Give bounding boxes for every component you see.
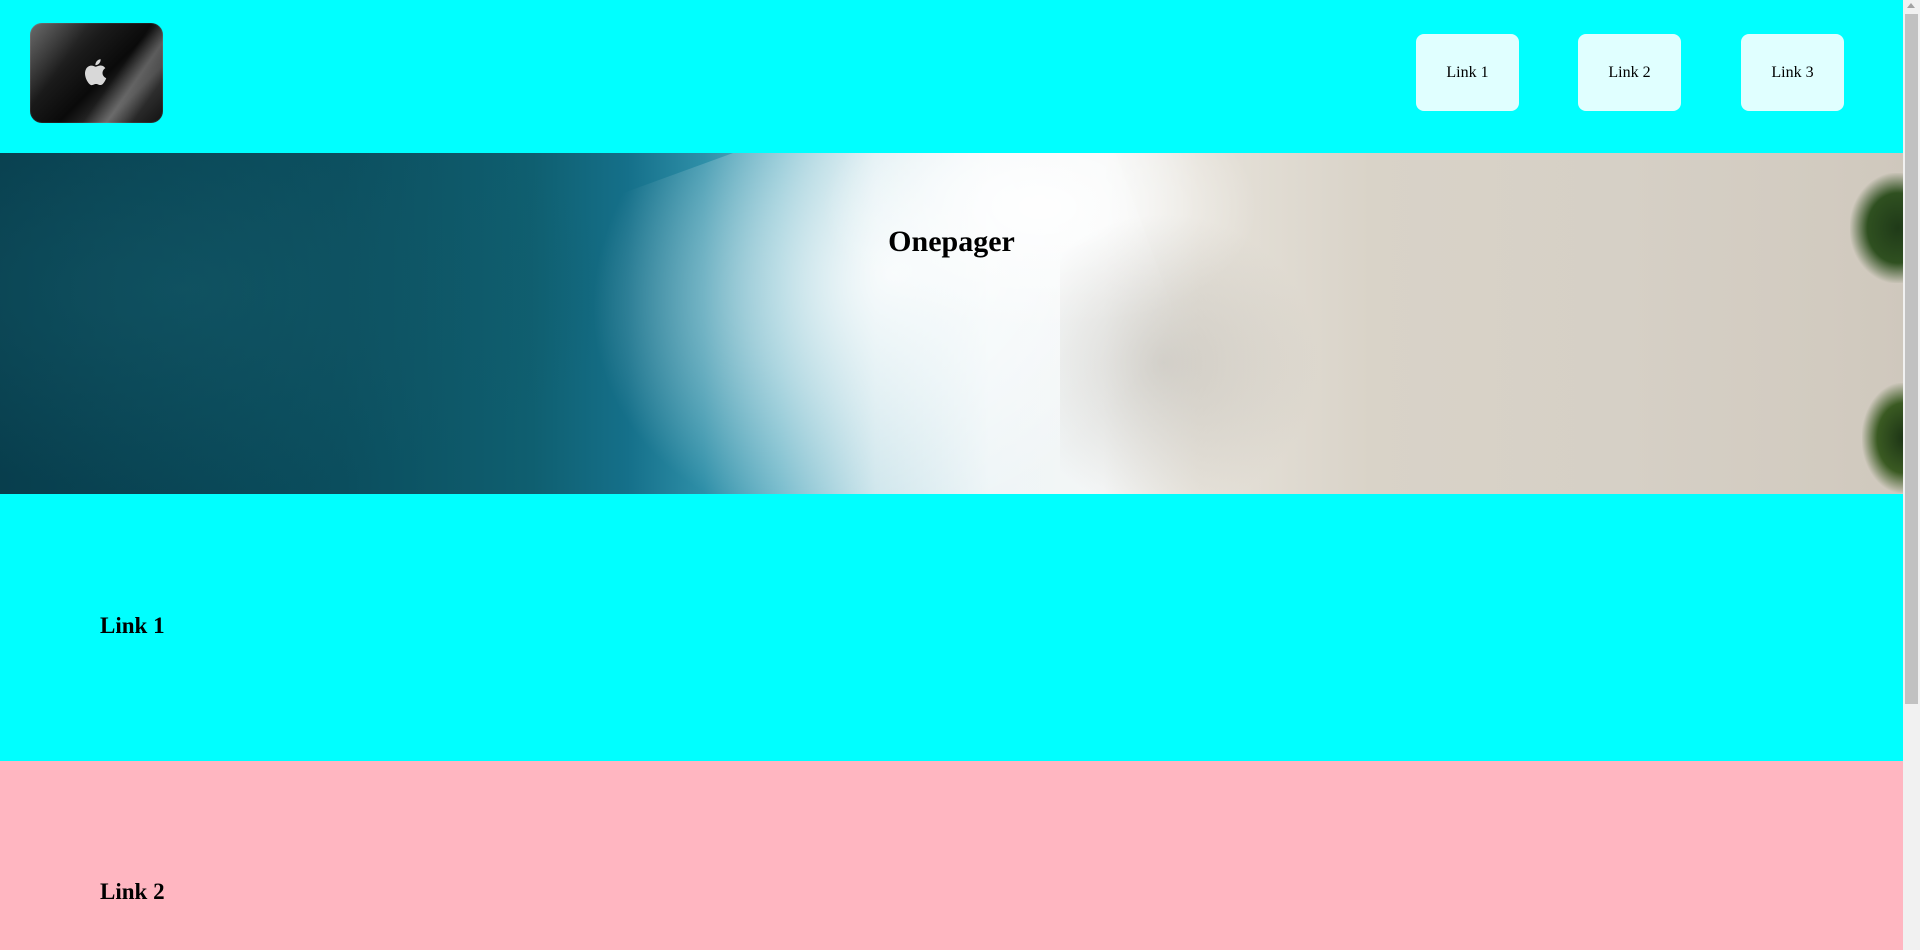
page: Link 1 Link 2 Link 3 Onepager Link 1 Lin… — [0, 0, 1903, 950]
nav-link-1[interactable]: Link 1 — [1416, 34, 1519, 111]
section-heading-link-1: Link 1 — [100, 613, 165, 638]
scrollbar-thumb[interactable] — [1905, 14, 1918, 704]
hero-ocean — [0, 153, 620, 494]
scroll-up-arrow-icon[interactable] — [1907, 3, 1915, 8]
nav-link-2[interactable]: Link 2 — [1578, 34, 1681, 111]
vertical-scrollbar[interactable] — [1903, 0, 1920, 950]
apple-logo-icon — [84, 59, 106, 86]
header: Link 1 Link 2 Link 3 — [0, 0, 1903, 153]
nav-link-3[interactable]: Link 3 — [1741, 34, 1844, 111]
hero-banner: Onepager — [0, 153, 1903, 494]
section-link-1: Link 1 — [0, 494, 1903, 761]
hero-foliage-bottom — [1862, 383, 1903, 493]
page-title: Onepager — [888, 225, 1015, 258]
logo[interactable] — [30, 23, 163, 123]
section-heading-link-2: Link 2 — [100, 879, 165, 904]
section-link-2: Link 2 — [0, 761, 1903, 950]
